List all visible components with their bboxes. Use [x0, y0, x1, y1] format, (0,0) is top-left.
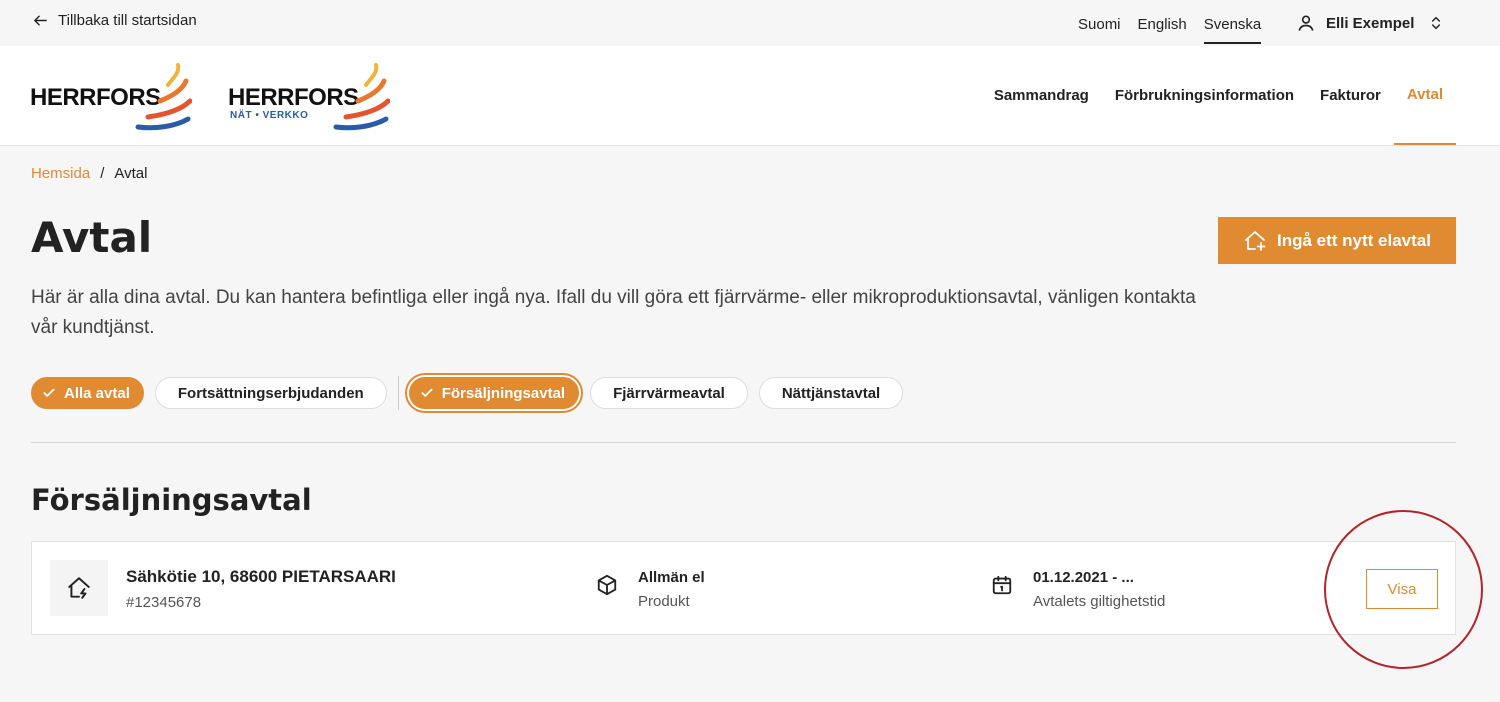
- filter-label: Försäljningsavtal: [441, 384, 566, 402]
- check-icon: [43, 388, 55, 397]
- contract-filters: Alla avtal Fortsättningserbjudanden Förs…: [31, 376, 914, 410]
- section-divider: [31, 442, 1456, 443]
- filter-all-contracts[interactable]: Alla avtal: [31, 377, 144, 409]
- language-switcher: Suomi English Svenska: [1078, 16, 1262, 44]
- new-contract-label: Ingå ett nytt elavtal: [1277, 230, 1431, 250]
- arrow-left-icon: [34, 15, 47, 26]
- contract-number: #12345678: [126, 594, 202, 611]
- site-header: HERRFORS HERRFORS NÄT • VERKKO Sammandra…: [0, 46, 1500, 146]
- check-icon: [421, 388, 433, 397]
- lang-svenska[interactable]: Svenska: [1203, 16, 1262, 44]
- house-bolt-icon: [68, 577, 90, 599]
- lang-english[interactable]: English: [1138, 16, 1187, 44]
- section-title: Försäljningsavtal: [31, 483, 312, 517]
- main-nav: Sammandrag Förbrukningsinformation Faktu…: [981, 46, 1456, 145]
- filter-label: Nättjänstavtal: [781, 384, 881, 402]
- flame-logo-icon: [333, 63, 390, 131]
- logo-subtitle: NÄT • VERKKO: [230, 110, 309, 121]
- filter-continuation-offers[interactable]: Fortsättningserbjudanden: [154, 377, 387, 409]
- validity-label: Avtalets giltighetstid: [1033, 593, 1166, 610]
- page-title: Avtal: [31, 213, 153, 262]
- top-bar: Tillbaka till startsidan Suomi English S…: [0, 0, 1500, 46]
- nav-sammandrag[interactable]: Sammandrag: [981, 46, 1102, 145]
- filter-label: Alla avtal: [64, 384, 130, 402]
- contract-address: Sähkötie 10, 68600 PIETARSAARI: [126, 567, 396, 586]
- nav-fakturor[interactable]: Fakturor: [1307, 46, 1394, 145]
- product-value: Allmän el: [638, 569, 705, 586]
- breadcrumb-current: Avtal: [114, 165, 148, 182]
- nav-avtal[interactable]: Avtal: [1393, 46, 1456, 145]
- product-label: Produkt: [638, 593, 690, 610]
- contract-card: Sähkötie 10, 68600 PIETARSAARI #12345678…: [31, 541, 1456, 635]
- user-name: Elli Exempel: [1326, 14, 1415, 32]
- contract-type-icon-box: [50, 560, 108, 616]
- back-label: Tillbaka till startsidan: [58, 12, 197, 29]
- package-icon: [597, 574, 617, 596]
- validity-value: 01.12.2021 - ...: [1033, 569, 1134, 586]
- herrfors-nat-logo[interactable]: HERRFORS NÄT • VERKKO: [228, 63, 393, 133]
- new-electricity-contract-button[interactable]: Ingå ett nytt elavtal: [1218, 217, 1456, 264]
- herrfors-logo[interactable]: HERRFORS: [30, 63, 195, 133]
- filter-sales-contracts[interactable]: Försäljningsavtal: [408, 377, 580, 409]
- filter-label: Fortsättningserbjudanden: [177, 384, 364, 402]
- house-plus-icon: [1245, 230, 1266, 251]
- filter-network-service[interactable]: Nättjänstavtal: [758, 377, 904, 409]
- user-menu[interactable]: Elli Exempel: [1296, 13, 1444, 33]
- filter-label: Fjärrvärmeavtal: [613, 384, 725, 402]
- back-to-start-link[interactable]: Tillbaka till startsidan: [32, 12, 197, 29]
- filter-divider: [397, 376, 399, 410]
- intro-text: Här är alla dina avtal. Du kan hantera b…: [31, 287, 1196, 338]
- calendar-icon: [992, 575, 1012, 595]
- nav-forbrukningsinformation[interactable]: Förbrukningsinformation: [1102, 46, 1307, 145]
- user-icon: [1298, 15, 1314, 31]
- chevron-up-down-icon: [1432, 16, 1441, 30]
- flame-logo-icon: [135, 63, 192, 131]
- breadcrumb-home-link[interactable]: Hemsida: [31, 165, 90, 182]
- filter-district-heating[interactable]: Fjärrvärmeavtal: [590, 377, 748, 409]
- breadcrumb: Hemsida / Avtal: [31, 165, 147, 182]
- view-contract-button[interactable]: Visa: [1366, 569, 1438, 609]
- lang-suomi[interactable]: Suomi: [1078, 16, 1121, 44]
- breadcrumb-separator: /: [100, 165, 105, 182]
